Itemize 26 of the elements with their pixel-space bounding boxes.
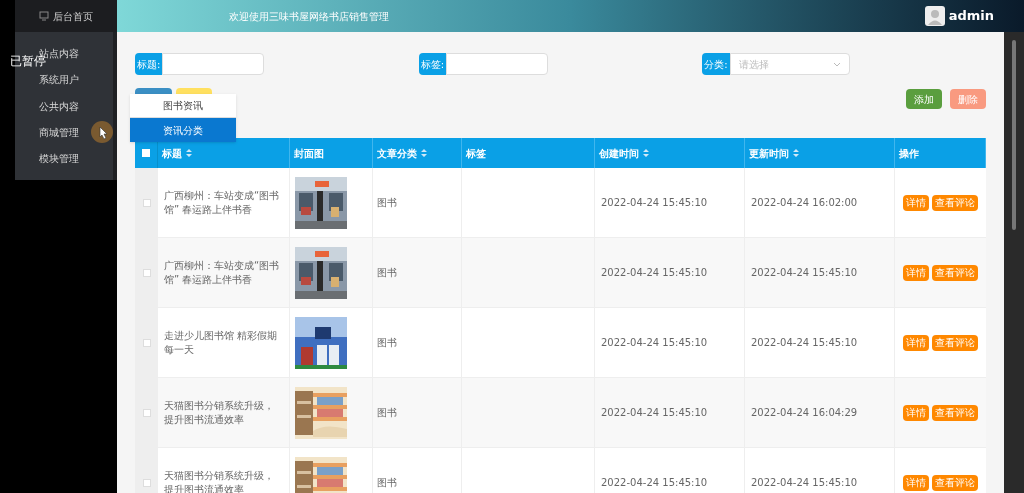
filter-label: 分类: (702, 53, 730, 75)
table-cell-text: 图书 (377, 406, 397, 420)
filter-label: 标题: (135, 53, 163, 75)
table-cell-text: 2022-04-24 15:45:10 (601, 196, 708, 210)
table-cell-text: 2022-04-24 15:45:10 (601, 406, 708, 420)
table-cell-text: 2022-04-24 15:45:10 (751, 336, 858, 350)
welcome-title: 欢迎使用三味书屋网络书店销售管理 (229, 9, 390, 24)
table-cell-text: 广西柳州：车站变成“图书馆” 春运路上伴书香 (164, 258, 281, 287)
table-cell-text: 2022-04-24 15:45:10 (751, 476, 858, 490)
table-cell-text: 2022-04-24 16:04:29 (751, 406, 858, 420)
table-cell-text: 2022-04-24 16:02:00 (751, 196, 858, 210)
table-cell-text: 2022-04-24 15:45:10 (601, 476, 708, 490)
filter-label: 标签: (418, 53, 447, 75)
table-cell-text: 图书 (377, 336, 397, 350)
table-cell-text: 2022-04-24 15:45:10 (601, 266, 708, 280)
table-cell-text: 广西柳州：车站变成“图书馆” 春运路上伴书香 (164, 188, 281, 217)
table-cell-text: 走进少儿图书馆 精彩假期每一天 (164, 328, 279, 357)
column-header: 操作 (899, 146, 919, 161)
table-cell-text: 图书 (377, 266, 397, 280)
column-header: 封面图 (294, 146, 324, 161)
table-cell-text: 图书 (377, 476, 397, 490)
table-cell-text: 2022-04-24 15:45:10 (601, 336, 708, 350)
table-cell-text: 2022-04-24 15:45:10 (751, 266, 858, 280)
table-cell-text: 天猫图书分销系统升级，提升图书流通效率 (164, 398, 275, 427)
table-cell-text: 图书 (377, 196, 397, 210)
column-header: 标签 (466, 146, 486, 161)
